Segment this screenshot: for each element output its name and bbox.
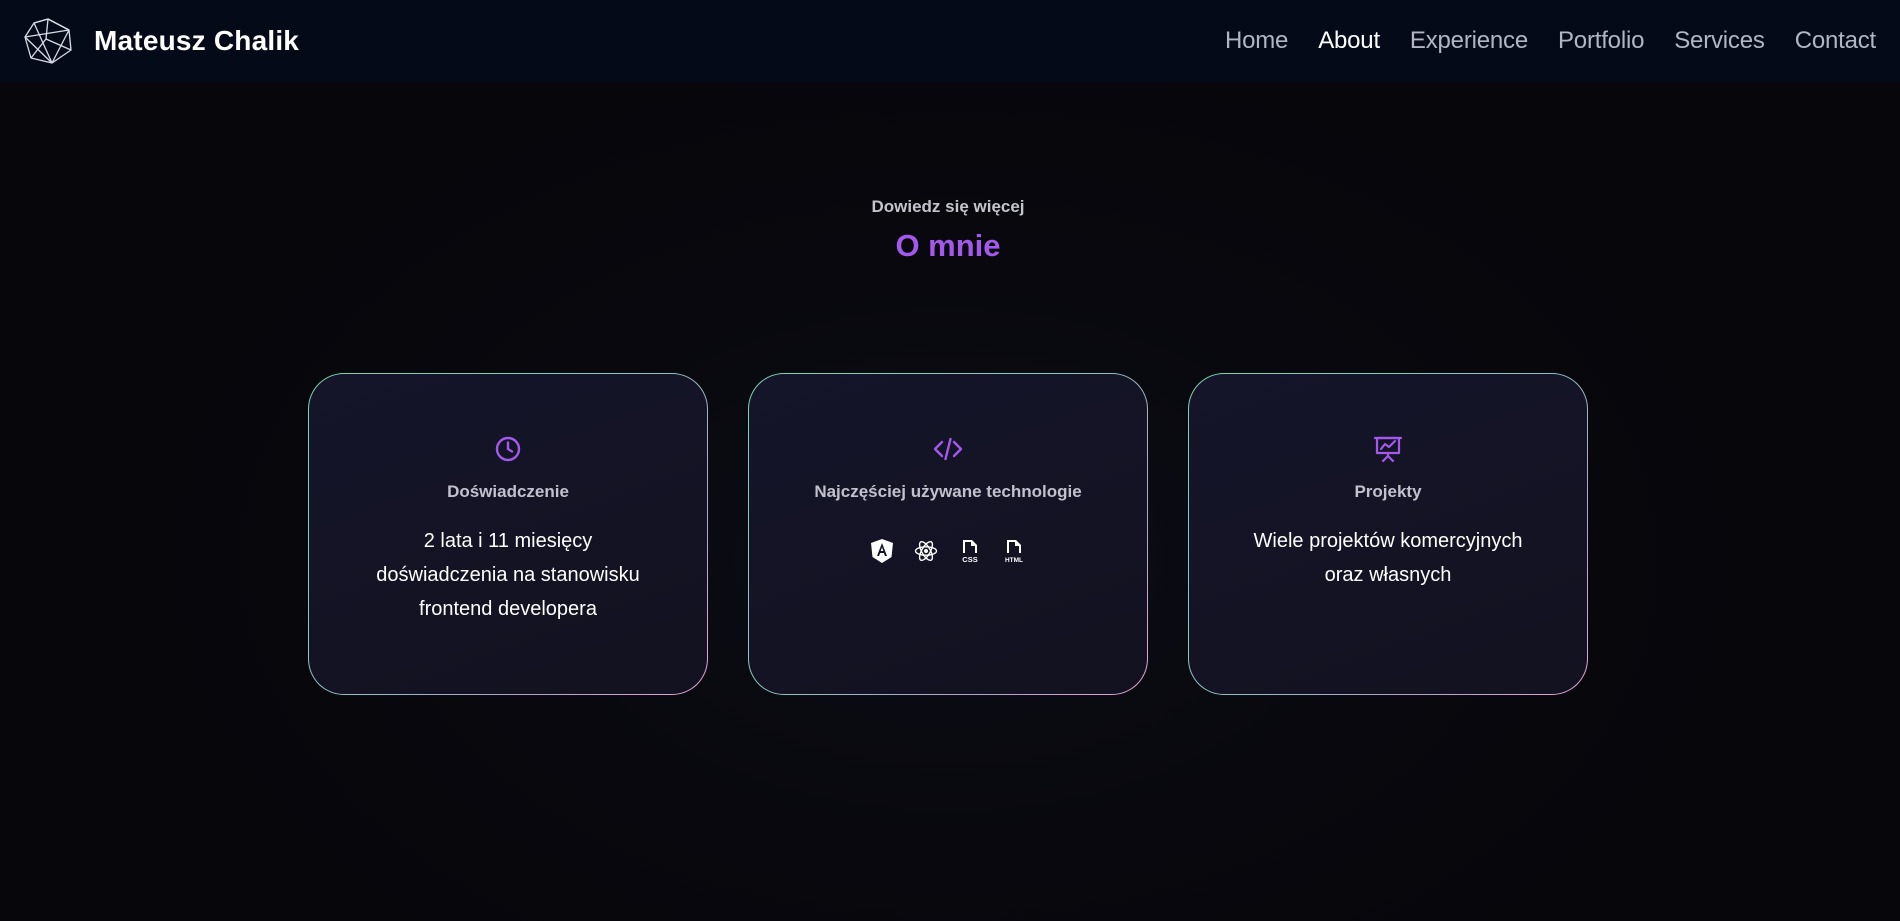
section-title: O mnie [895, 228, 1001, 263]
nav-link-contact[interactable]: Contact [1795, 27, 1877, 55]
page: Mateusz Chalik Home About Experience Por… [0, 0, 1900, 921]
svg-text:HTML: HTML [1005, 557, 1023, 564]
nav-link-about[interactable]: About [1318, 27, 1380, 55]
presentation-chart-icon [1373, 437, 1403, 463]
experience-card-text: 2 lata i 11 miesięcy doświadczenia na st… [376, 530, 640, 621]
projects-card-text: Wiele projektów komercyjnych oraz własny… [1253, 530, 1523, 587]
css-file-icon: CSS [962, 540, 978, 564]
technologies-card: Najczęściej używane technologie CSS HTML [748, 373, 1148, 695]
technologies-card-body: Najczęściej używane technologie CSS HTML [749, 374, 1147, 694]
code-icon [933, 438, 963, 461]
section-kicker: Dowiedz się więcej [871, 197, 1025, 216]
experience-card: Doświadczenie 2 lata i 11 miesięcy doświ… [308, 373, 708, 695]
svg-text:CSS: CSS [962, 555, 977, 564]
polyhedron-logo-icon [24, 18, 72, 64]
projects-card-title: Projekty [1354, 482, 1422, 502]
angular-icon [871, 539, 893, 564]
site-header: Mateusz Chalik Home About Experience Por… [0, 0, 1900, 82]
clock-icon [495, 437, 521, 462]
nav-link-home[interactable]: Home [1225, 27, 1288, 55]
experience-card-body: Doświadczenie 2 lata i 11 miesięcy doświ… [309, 374, 707, 694]
experience-card-title: Doświadczenie [447, 482, 569, 502]
html-file-icon: HTML [1005, 540, 1023, 564]
nav-link-portfolio[interactable]: Portfolio [1558, 27, 1644, 55]
projects-card: Projekty Wiele projektów komercyjnych or… [1188, 373, 1588, 695]
projects-card-body: Projekty Wiele projektów komercyjnych or… [1189, 374, 1587, 694]
technologies-card-title: Najczęściej używane technologie [814, 482, 1082, 502]
main-nav: Home About Experience Portfolio Services… [1225, 27, 1876, 55]
brand-name: Mateusz Chalik [94, 25, 300, 56]
nav-link-experience[interactable]: Experience [1410, 27, 1528, 55]
react-icon [914, 541, 938, 562]
technologies-list: CSS HTML [870, 538, 1026, 564]
nav-link-services[interactable]: Services [1674, 27, 1765, 55]
brand[interactable]: Mateusz Chalik [22, 17, 299, 65]
